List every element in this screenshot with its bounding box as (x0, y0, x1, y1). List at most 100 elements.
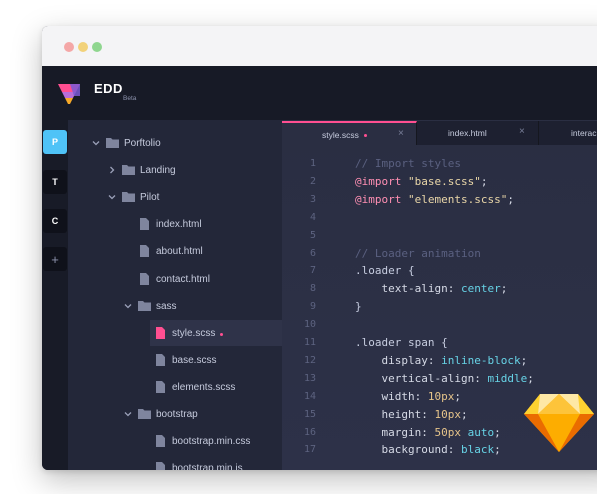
tree-file[interactable]: base.scss (68, 347, 282, 373)
rail-item-c[interactable]: C (43, 209, 67, 233)
close-icon[interactable]: × (519, 126, 525, 137)
chevron-icon[interactable] (92, 139, 100, 147)
tree-folder[interactable]: Landing (68, 157, 282, 183)
code-line[interactable]: } (355, 300, 362, 313)
chevron-icon[interactable] (124, 302, 132, 310)
modified-indicator (364, 134, 367, 137)
zoom-window-button[interactable] (92, 42, 102, 52)
file-icon (156, 462, 165, 470)
file-icon (140, 218, 149, 231)
tree-folder[interactable]: bootstrap (68, 401, 282, 427)
code-line[interactable]: background: black; (355, 443, 501, 456)
close-window-button[interactable] (64, 42, 74, 52)
folder-icon (122, 192, 135, 203)
chevron-icon[interactable] (108, 166, 116, 174)
tab-interactions[interactable]: interac (539, 121, 597, 145)
file-icon (156, 326, 165, 339)
minimize-window-button[interactable] (78, 42, 88, 52)
line-number: 15 (303, 408, 316, 420)
folder-icon (106, 138, 119, 148)
tab-label: style.scss (322, 130, 359, 140)
code-line[interactable]: height: 10px; (355, 408, 468, 421)
folder-icon (122, 165, 135, 176)
line-number: 4 (309, 211, 316, 223)
line-number: 11 (303, 337, 316, 348)
tree-item-label: sass (156, 300, 177, 312)
project-rail: P T C + (42, 120, 68, 470)
tree-folder[interactable]: sass (68, 293, 282, 319)
line-number: 14 (303, 390, 316, 402)
tree-file[interactable]: style.scss (150, 319, 282, 346)
code-line[interactable]: .loader { (355, 264, 415, 277)
file-icon (156, 435, 165, 448)
code-line[interactable]: margin: 50px auto; (355, 426, 501, 439)
tree-file[interactable]: contact.html (68, 266, 282, 292)
line-number: 17 (303, 444, 316, 456)
sketch-gem-icon (524, 394, 594, 452)
tab-label: index.html (448, 128, 487, 138)
folder-icon (138, 300, 151, 311)
line-number: 10 (303, 319, 316, 331)
chevron-icon[interactable] (124, 410, 132, 418)
tree-item-label: Pilot (140, 192, 160, 204)
title-bar (42, 26, 597, 66)
rail-item-t[interactable]: T (43, 170, 67, 194)
beta-badge: Beta (123, 95, 137, 102)
app-window: EDD Beta P T C + Porftolio Landing Pilot in… (42, 26, 597, 470)
tree-file[interactable]: elements.scss (68, 374, 282, 400)
tab-style-scss[interactable]: style.scss × (282, 121, 417, 145)
file-icon (156, 380, 165, 393)
code-line[interactable]: text-align: center; (355, 282, 508, 295)
app-name: EDD (94, 81, 123, 96)
tree-item-label: bootstrap (156, 409, 198, 420)
tree-item-label: index.html (156, 219, 202, 231)
file-icon (140, 272, 149, 285)
add-project-button[interactable]: + (43, 247, 67, 271)
chevron-icon[interactable] (108, 193, 116, 201)
tree-file[interactable]: about.html (68, 238, 282, 264)
line-number: 7 (309, 265, 316, 277)
line-number: 12 (303, 354, 316, 366)
code-line[interactable]: width: 10px; (355, 390, 462, 403)
tab-label: interac (571, 128, 597, 138)
code-line[interactable]: // Loader animation (355, 247, 481, 260)
close-icon[interactable]: × (398, 128, 404, 139)
tree-item-label: base.scss (172, 354, 217, 366)
line-number: 13 (303, 372, 316, 384)
tree-file[interactable]: bootstrap.min.css (68, 428, 282, 454)
line-number: 6 (309, 247, 316, 259)
tree-item-label: Porftolio (124, 138, 161, 149)
edd-logo-icon (58, 84, 80, 104)
modified-indicator (220, 332, 223, 336)
code-line[interactable]: // Import styles (355, 157, 461, 170)
file-icon (140, 245, 149, 258)
folder-icon (138, 409, 151, 419)
code-line[interactable]: vertical-align: middle; (355, 372, 534, 385)
tree-folder[interactable]: Pilot (68, 184, 282, 210)
tree-item-label: bootstrap.min.css (172, 436, 251, 448)
line-number: 8 (309, 283, 316, 295)
line-number: 2 (309, 175, 316, 187)
tab-bar: style.scss × index.html × interac (282, 120, 597, 145)
line-number: 9 (309, 301, 316, 313)
tree-file[interactable]: index.html (68, 211, 282, 237)
tree-item-label: Landing (140, 165, 176, 177)
code-line[interactable]: display: inline-block; (355, 354, 528, 367)
tree-item-label: bootstrap.min.js (172, 463, 243, 470)
tree-item-label: contact.html (156, 273, 210, 285)
file-icon (156, 353, 165, 366)
tree-folder[interactable]: Porftolio (68, 130, 282, 156)
line-number: 16 (303, 426, 316, 438)
rail-item-p[interactable]: P (43, 130, 67, 154)
tree-item-label: about.html (156, 246, 203, 258)
code-line[interactable]: @import "elements.scss"; (355, 193, 514, 206)
line-number: 5 (309, 229, 316, 241)
code-line[interactable]: @import "base.scss"; (355, 175, 487, 188)
code-line[interactable]: .loader span { (355, 336, 448, 349)
tab-index-html[interactable]: index.html × (417, 121, 539, 145)
tree-item-label: elements.scss (172, 381, 236, 393)
tree-item-label: style.scss (172, 327, 216, 339)
line-number: 3 (309, 193, 316, 205)
file-tree: Porftolio Landing Pilot index.html about.htm… (68, 120, 282, 470)
tree-file[interactable]: bootstrap.min.js (68, 455, 282, 470)
